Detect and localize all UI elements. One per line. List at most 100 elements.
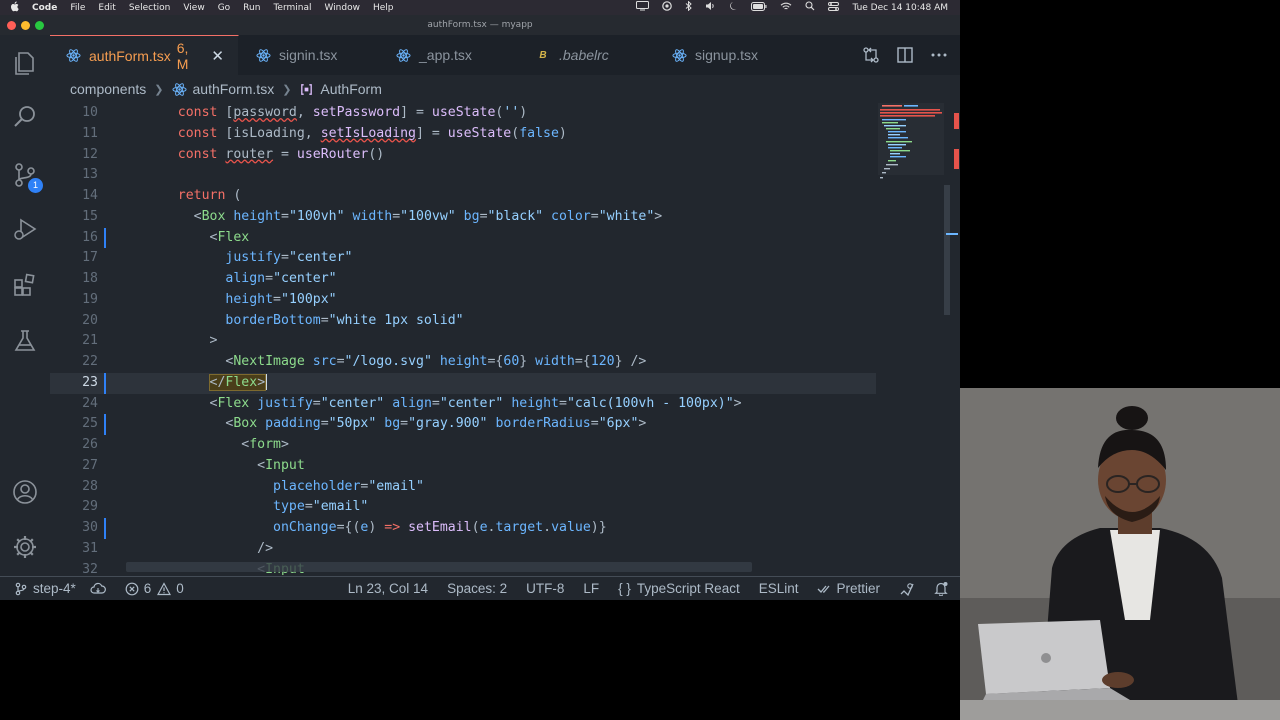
menu-run[interactable]: Run — [243, 3, 260, 13]
code-text: align="center" — [225, 271, 337, 286]
explorer-icon[interactable] — [9, 47, 41, 79]
breadcrumb-file[interactable]: authForm.tsx — [193, 81, 275, 97]
warning-icon — [157, 581, 172, 595]
code-line[interactable]: 19 height="100px" — [50, 290, 876, 311]
split-editor-icon[interactable] — [896, 46, 914, 64]
prettier-status[interactable]: Prettier — [817, 581, 880, 596]
tab-authform[interactable]: authForm.tsx 6, M ✕ — [50, 35, 239, 75]
settings-gear-icon[interactable] — [9, 531, 41, 563]
code-line[interactable]: 11 const [isLoading, setIsLoading] = use… — [50, 124, 876, 145]
moon-icon[interactable] — [729, 1, 738, 14]
code-line[interactable]: 13 — [50, 165, 876, 186]
code-line[interactable]: 15 <Box height="100vh" width="100vw" bg=… — [50, 207, 876, 228]
menu-edit[interactable]: Edit — [98, 3, 115, 13]
react-icon — [171, 82, 187, 97]
tab-signup[interactable]: signup.tsx — [655, 35, 795, 75]
code-editor[interactable]: 10 const [password, setPassword] = useSt… — [50, 103, 876, 575]
menu-view[interactable]: View — [183, 3, 204, 13]
menu-selection[interactable]: Selection — [129, 3, 170, 13]
chevron-right-icon: ❯ — [154, 83, 164, 96]
source-control-icon[interactable]: 1 — [9, 159, 43, 193]
cursor-position[interactable]: Ln 23, Col 14 — [348, 581, 428, 596]
compare-changes-icon[interactable] — [862, 46, 880, 64]
end-of-line[interactable]: LF — [583, 581, 599, 596]
search-icon[interactable] — [9, 101, 41, 133]
code-text: const router = useRouter() — [177, 146, 385, 162]
code-line[interactable]: 25 <Box padding="50px" bg="gray.900" bor… — [50, 414, 876, 435]
minimize-window-button[interactable] — [21, 21, 30, 30]
error-count: 6 — [143, 581, 152, 596]
line-number: 12 — [82, 146, 98, 162]
close-icon[interactable]: ✕ — [211, 47, 224, 65]
code-line[interactable]: 23 </Flex> — [50, 372, 876, 394]
bluetooth-icon[interactable] — [685, 0, 693, 14]
battery-icon[interactable] — [751, 1, 767, 14]
tab-label: signup.tsx — [695, 47, 759, 63]
tab-babelrc[interactable]: B .babelrc — [519, 35, 655, 75]
tab-signin[interactable]: signin.tsx — [239, 35, 379, 75]
code-line[interactable]: 27 <Input — [50, 456, 876, 477]
code-line[interactable]: 29 type="email" — [50, 497, 876, 518]
indentation[interactable]: Spaces: 2 — [447, 581, 507, 596]
tab-modified-indicator: 6, M — [176, 39, 189, 72]
code-line[interactable]: 10 const [password, setPassword] = useSt… — [50, 103, 876, 124]
breadcrumb-symbol[interactable]: AuthForm — [320, 81, 381, 97]
vertical-scrollbar[interactable] — [944, 103, 960, 575]
focus-icon[interactable] — [662, 1, 673, 14]
tab-app[interactable]: _app.tsx — [379, 35, 519, 75]
more-actions-icon[interactable] — [930, 46, 948, 64]
symbol-component-icon — [299, 82, 314, 97]
code-line[interactable]: 22 <NextImage src="/logo.svg" height={60… — [50, 352, 876, 373]
wifi-icon[interactable] — [780, 2, 792, 14]
babel-icon: B — [539, 49, 547, 61]
accounts-icon[interactable] — [9, 476, 41, 508]
code-line[interactable]: 26 <form> — [50, 435, 876, 456]
menu-app-name[interactable]: Code — [32, 3, 57, 13]
code-line[interactable]: 24 <Flex justify="center" align="center"… — [50, 394, 876, 415]
code-line[interactable]: 20 borderBottom="white 1px solid" — [50, 311, 876, 332]
code-line[interactable]: 14 return ( — [50, 186, 876, 207]
horizontal-scrollbar[interactable] — [126, 562, 752, 572]
code-text: <Input — [146, 457, 305, 473]
apple-menu-icon[interactable] — [10, 0, 20, 15]
code-line[interactable]: 18 align="center" — [50, 269, 876, 290]
branch-status[interactable]: step-4* — [14, 581, 76, 596]
code-line[interactable]: 12 const router = useRouter() — [50, 145, 876, 166]
extensions-icon[interactable] — [9, 269, 41, 301]
line-number: 28 — [82, 478, 98, 494]
problems-status[interactable]: 6 0 — [125, 581, 184, 596]
encoding[interactable]: UTF-8 — [526, 581, 564, 596]
notifications-bell-icon[interactable] — [934, 581, 948, 596]
eslint-status[interactable]: ESLint — [759, 581, 799, 596]
menu-go[interactable]: Go — [218, 3, 230, 13]
language-mode[interactable]: { } TypeScript React — [618, 581, 740, 596]
editor-tab-bar: authForm.tsx 6, M ✕ signin.tsx _app.tsx … — [50, 35, 960, 75]
sync-icon[interactable] — [90, 582, 111, 596]
menubar-clock[interactable]: Tue Dec 14 10:48 AM — [852, 3, 948, 13]
spotlight-search-icon[interactable] — [805, 1, 815, 14]
run-debug-icon[interactable] — [9, 213, 41, 245]
code-line[interactable]: 17 justify="center" — [50, 248, 876, 269]
testing-icon[interactable] — [9, 325, 41, 357]
code-line[interactable]: 30 onChange={(e) => setEmail(e.target.va… — [50, 518, 876, 539]
menu-window[interactable]: Window — [324, 3, 360, 13]
menu-file[interactable]: File — [70, 3, 85, 13]
code-line[interactable]: 31 /> — [50, 539, 876, 560]
code-line[interactable]: 16 <Flex — [50, 227, 876, 249]
minimap[interactable] — [878, 103, 948, 213]
line-number: 16 — [82, 229, 98, 245]
control-center-icon[interactable] — [828, 1, 840, 14]
volume-icon[interactable] — [705, 1, 716, 14]
display-icon[interactable] — [636, 1, 650, 14]
feedback-icon[interactable] — [899, 582, 915, 596]
menu-terminal[interactable]: Terminal — [273, 3, 311, 13]
close-window-button[interactable] — [7, 21, 16, 30]
breadcrumb-folder[interactable]: components — [70, 81, 146, 97]
code-line[interactable]: 21 > — [50, 331, 876, 352]
code-line[interactable]: 28 placeholder="email" — [50, 477, 876, 498]
maximize-window-button[interactable] — [35, 21, 44, 30]
tab-label: _app.tsx — [419, 47, 472, 63]
double-check-icon — [818, 585, 830, 593]
react-icon — [255, 47, 271, 63]
menu-help[interactable]: Help — [373, 3, 394, 13]
